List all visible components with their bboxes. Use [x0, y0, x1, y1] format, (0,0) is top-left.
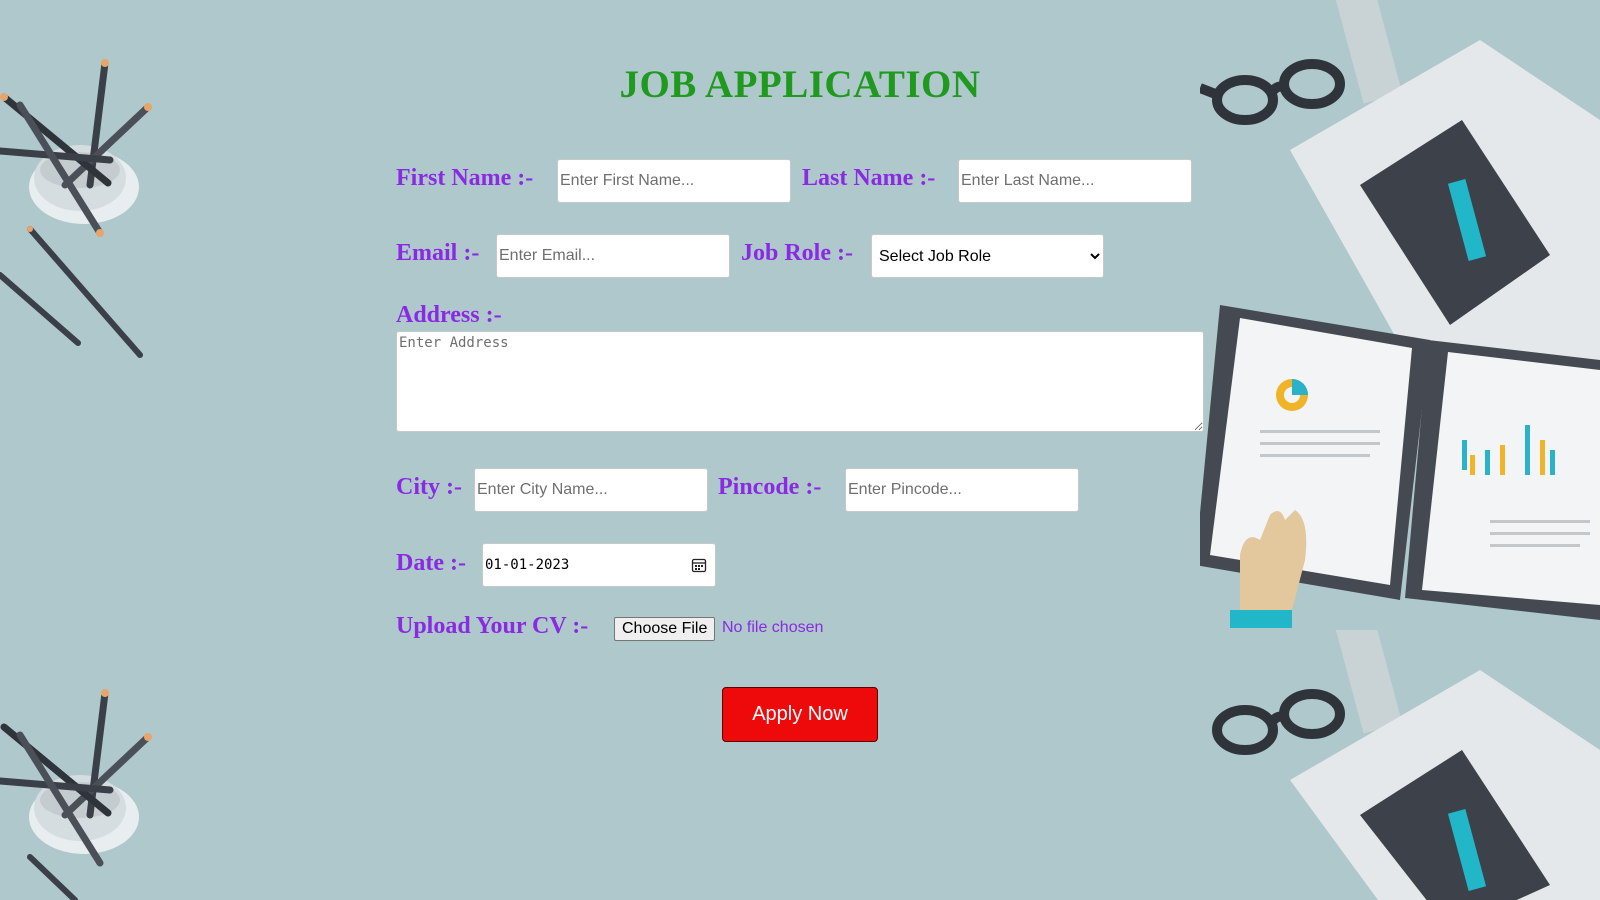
pencil-cup-illustration-bottom	[0, 689, 152, 900]
city-label: City :-	[396, 474, 462, 500]
email-label: Email :-	[396, 240, 480, 266]
date-input[interactable]: 01-01-2023	[482, 543, 716, 587]
file-status-text: No file chosen	[722, 619, 824, 636]
pincode-label: Pincode :-	[718, 474, 822, 500]
job-role-select[interactable]: Select Job Role	[871, 234, 1104, 278]
city-input[interactable]	[474, 468, 708, 512]
pincode-input[interactable]	[845, 468, 1079, 512]
date-label: Date :-	[396, 550, 466, 576]
apply-now-button[interactable]: Apply Now	[722, 687, 878, 742]
calendar-icon[interactable]	[691, 557, 707, 573]
last-name-label: Last Name :-	[802, 165, 936, 191]
page-title: JOB APPLICATION	[619, 63, 981, 106]
choose-file-button[interactable]: Choose File	[614, 617, 716, 641]
address-label: Address :-	[396, 302, 502, 328]
date-value: 01-01-2023	[485, 557, 570, 573]
job-role-label: Job Role :-	[741, 240, 853, 266]
first-name-label: First Name :-	[396, 165, 534, 191]
last-name-input[interactable]	[958, 159, 1192, 203]
pencils-illustration	[0, 226, 143, 358]
email-input[interactable]	[496, 234, 730, 278]
first-name-input[interactable]	[557, 159, 791, 203]
desk-illustration-bottom	[1212, 630, 1600, 900]
address-textarea[interactable]	[396, 331, 1204, 432]
cv-upload-label: Upload Your CV :-	[396, 613, 589, 639]
